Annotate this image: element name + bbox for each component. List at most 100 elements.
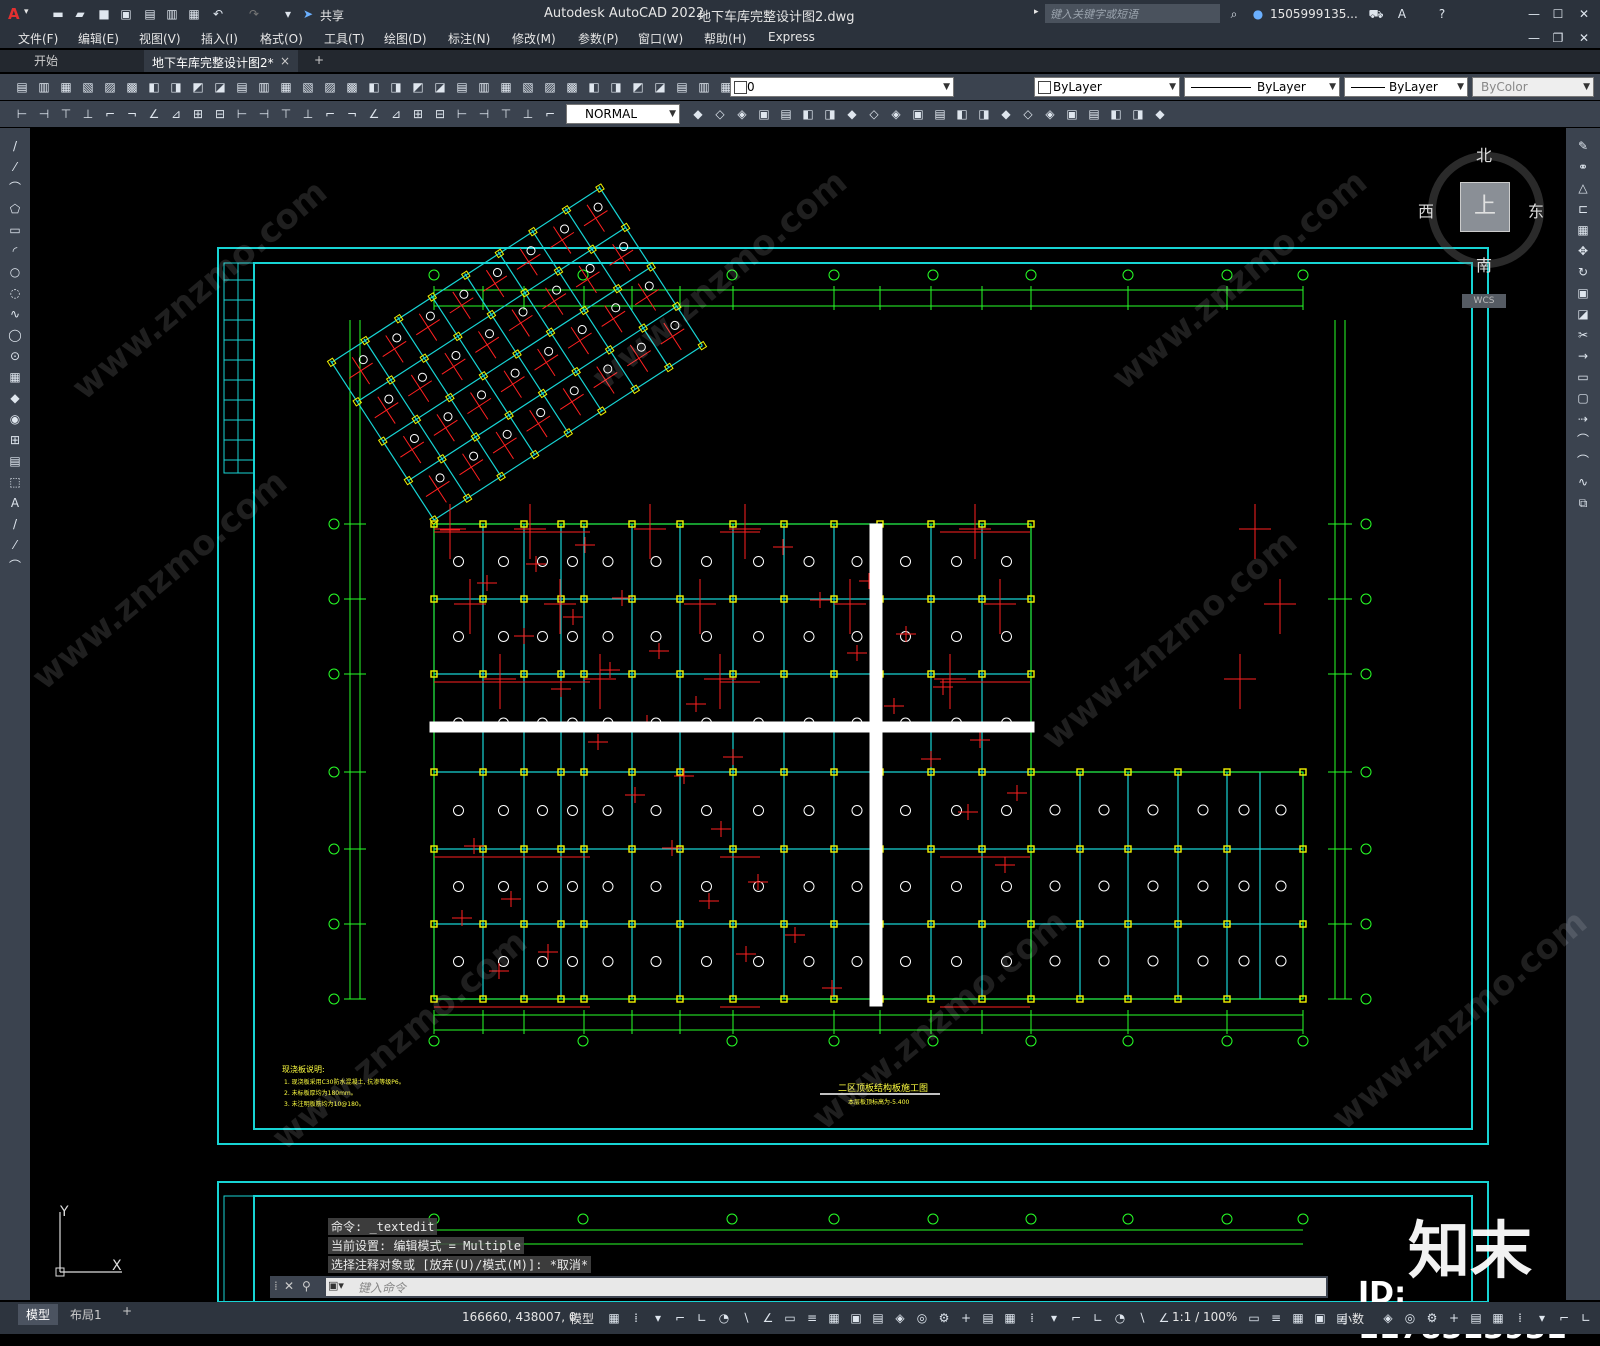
standard-tool-31-icon[interactable]: ▤ bbox=[674, 79, 690, 95]
modify-tool-13-icon[interactable]: ◧ bbox=[954, 106, 970, 122]
modify-tool-8-icon[interactable]: ▣ bbox=[1575, 285, 1591, 301]
modify-tool-14-icon[interactable]: ◨ bbox=[976, 106, 992, 122]
standard-tool-28-icon[interactable]: ◨ bbox=[608, 79, 624, 95]
status-toggle-29-icon[interactable]: ▦ bbox=[1290, 1310, 1306, 1326]
draw-tool-13-icon[interactable]: ◆ bbox=[7, 390, 23, 406]
draw-tool-5-icon[interactable]: ▭ bbox=[7, 222, 23, 238]
status-toggle-21-icon[interactable]: ▾ bbox=[1046, 1310, 1062, 1326]
app-menu-arrow-icon[interactable]: ▾ bbox=[24, 7, 29, 17]
status-toggle-10-icon[interactable]: ≡ bbox=[804, 1310, 820, 1326]
menu-tools[interactable]: 工具(T) bbox=[324, 30, 365, 47]
dim-tool-11-icon[interactable]: ⊢ bbox=[234, 106, 250, 122]
standard-tool-5-icon[interactable]: ▨ bbox=[102, 79, 118, 95]
annotation-scale[interactable]: 1:1 / 100% bbox=[1172, 1310, 1237, 1324]
modify-tool-14-icon[interactable]: ⇢ bbox=[1575, 411, 1591, 427]
standard-tool-26-icon[interactable]: ▩ bbox=[564, 79, 580, 95]
new-icon[interactable]: ▬ bbox=[50, 6, 66, 22]
status-toggle-40-icon[interactable]: ⌐ bbox=[1556, 1310, 1572, 1326]
dim-tool-9-icon[interactable]: ⊞ bbox=[190, 106, 206, 122]
standard-tool-3-icon[interactable]: ▦ bbox=[58, 79, 74, 95]
status-toggle-36-icon[interactable]: ▤ bbox=[1468, 1310, 1484, 1326]
doc-minimize-icon[interactable]: — bbox=[1526, 30, 1542, 46]
menu-file[interactable]: 文件(F) bbox=[18, 30, 58, 47]
draw-tool-17-icon[interactable]: ⬚ bbox=[7, 474, 23, 490]
modify-tool-20-icon[interactable]: ◧ bbox=[1108, 106, 1124, 122]
modify-tool-3-icon[interactable]: △ bbox=[1575, 180, 1591, 196]
plot-icon[interactable]: ▦ bbox=[186, 6, 202, 22]
web-open-icon[interactable]: ▤ bbox=[142, 6, 158, 22]
status-toggle-11-icon[interactable]: ▦ bbox=[826, 1310, 842, 1326]
status-toggle-32-icon[interactable]: ◈ bbox=[1380, 1310, 1396, 1326]
menu-help[interactable]: 帮助(H) bbox=[704, 30, 746, 47]
dim-tool-4-icon[interactable]: ⊥ bbox=[80, 106, 96, 122]
color-dropdown[interactable]: ByLayer ▼ bbox=[1034, 77, 1180, 97]
modify-tool-8-icon[interactable]: ◆ bbox=[844, 106, 860, 122]
autocad-logo-icon[interactable]: A bbox=[8, 5, 20, 23]
lineweight-dropdown[interactable]: ByLayer ▼ bbox=[1344, 77, 1468, 97]
standard-tool-16-icon[interactable]: ▩ bbox=[344, 79, 360, 95]
cart-icon[interactable]: ⛟ bbox=[1368, 6, 1384, 22]
menu-insert[interactable]: 插入(I) bbox=[201, 30, 238, 47]
draw-tool-9-icon[interactable]: ∿ bbox=[7, 306, 23, 322]
modify-tool-9-icon[interactable]: ◪ bbox=[1575, 306, 1591, 322]
redo-icon[interactable]: ↷ bbox=[246, 6, 262, 22]
draw-tool-11-icon[interactable]: ⊙ bbox=[7, 348, 23, 364]
dim-tool-2-icon[interactable]: ⊣ bbox=[36, 106, 52, 122]
standard-tool-27-icon[interactable]: ◧ bbox=[586, 79, 602, 95]
standard-tool-23-icon[interactable]: ▦ bbox=[498, 79, 514, 95]
status-toggle-38-icon[interactable]: ⁞ bbox=[1512, 1310, 1528, 1326]
modify-tool-18-icon[interactable]: ▣ bbox=[1064, 106, 1080, 122]
dim-tool-1-icon[interactable]: ⊢ bbox=[14, 106, 30, 122]
modify-tool-17-icon[interactable]: ◈ bbox=[1042, 106, 1058, 122]
status-toggle-3-icon[interactable]: ▾ bbox=[650, 1310, 666, 1326]
dim-tool-15-icon[interactable]: ⌐ bbox=[322, 106, 338, 122]
draw-tool-7-icon[interactable]: ○ bbox=[7, 264, 23, 280]
standard-tool-25-icon[interactable]: ▨ bbox=[542, 79, 558, 95]
dim-tool-5-icon[interactable]: ⌐ bbox=[102, 106, 118, 122]
draw-tool-16-icon[interactable]: ▤ bbox=[7, 453, 23, 469]
status-toggle-34-icon[interactable]: ⚙ bbox=[1424, 1310, 1440, 1326]
dim-tool-22-icon[interactable]: ⊣ bbox=[476, 106, 492, 122]
units-readout[interactable]: 小数 bbox=[1340, 1310, 1364, 1327]
standard-tool-4-icon[interactable]: ▧ bbox=[80, 79, 96, 95]
modify-tool-5-icon[interactable]: ▤ bbox=[778, 106, 794, 122]
dim-tool-16-icon[interactable]: ¬ bbox=[344, 106, 360, 122]
modify-tool-18-icon[interactable]: ⧉ bbox=[1575, 495, 1591, 511]
standard-tool-24-icon[interactable]: ▧ bbox=[520, 79, 536, 95]
dim-tool-8-icon[interactable]: ⊿ bbox=[168, 106, 184, 122]
status-toggle-23-icon[interactable]: ∟ bbox=[1090, 1310, 1106, 1326]
status-toggle-25-icon[interactable]: ∖ bbox=[1134, 1310, 1150, 1326]
status-toggle-14-icon[interactable]: ◈ bbox=[892, 1310, 908, 1326]
status-toggle-17-icon[interactable]: + bbox=[958, 1310, 974, 1326]
status-toggle-30-icon[interactable]: ▣ bbox=[1312, 1310, 1328, 1326]
menu-window[interactable]: 窗口(W) bbox=[638, 30, 683, 47]
menu-draw[interactable]: 绘图(D) bbox=[384, 30, 427, 47]
modify-tool-4-icon[interactable]: ▣ bbox=[756, 106, 772, 122]
modify-tool-15-icon[interactable]: ◆ bbox=[998, 106, 1014, 122]
draw-tool-19-icon[interactable]: / bbox=[7, 516, 23, 532]
user-name[interactable]: 1505999135... bbox=[1270, 7, 1358, 21]
menu-modify[interactable]: 修改(M) bbox=[512, 30, 556, 47]
share-icon[interactable]: ➤ bbox=[300, 6, 316, 22]
status-toggle-5-icon[interactable]: ∟ bbox=[694, 1310, 710, 1326]
doc-close-icon[interactable]: ✕ bbox=[1576, 30, 1592, 46]
modify-tool-13-icon[interactable]: ▢ bbox=[1575, 390, 1591, 406]
modify-tool-5-icon[interactable]: ▦ bbox=[1575, 222, 1591, 238]
draw-tool-6-icon[interactable]: ◜ bbox=[7, 243, 23, 259]
undo-icon[interactable]: ↶ bbox=[210, 6, 226, 22]
status-toggle-33-icon[interactable]: ◎ bbox=[1402, 1310, 1418, 1326]
modify-tool-1-icon[interactable]: ◆ bbox=[690, 106, 706, 122]
tab-layout1[interactable]: 布局1 bbox=[70, 1306, 102, 1323]
command-input[interactable]: ▣▾ 键入命令 bbox=[326, 1278, 1326, 1296]
modify-tool-16-icon[interactable]: ⌒ bbox=[1575, 453, 1591, 469]
status-toggle-37-icon[interactable]: ▦ bbox=[1490, 1310, 1506, 1326]
status-toggle-26-icon[interactable]: ∠ bbox=[1156, 1310, 1172, 1326]
modify-tool-9-icon[interactable]: ◇ bbox=[866, 106, 882, 122]
dim-tool-24-icon[interactable]: ⊥ bbox=[520, 106, 536, 122]
draw-tool-4-icon[interactable]: ⬠ bbox=[7, 201, 23, 217]
maximize-icon[interactable]: ☐ bbox=[1550, 6, 1566, 22]
modify-tool-16-icon[interactable]: ◇ bbox=[1020, 106, 1036, 122]
menu-express[interactable]: Express bbox=[768, 30, 815, 44]
tab-close-icon[interactable]: × bbox=[280, 54, 290, 68]
menu-format[interactable]: 格式(O) bbox=[260, 30, 303, 47]
